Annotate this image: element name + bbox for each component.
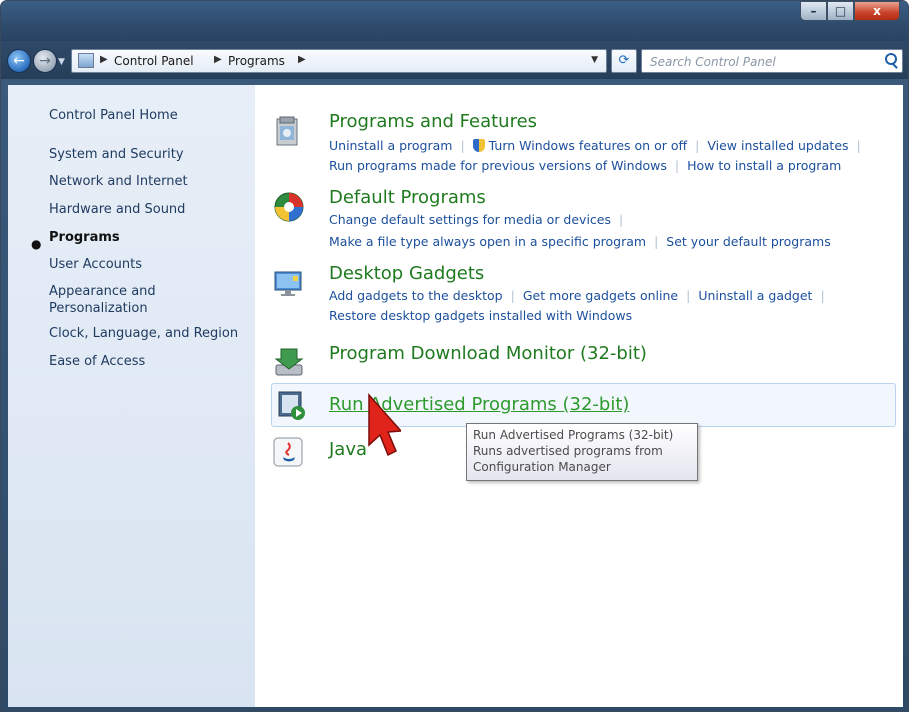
- desktop-gadgets-links-row2: Restore desktop gadgets installed with W…: [329, 307, 632, 325]
- sidebar-item-programs: Programs: [49, 230, 120, 245]
- default-programs-icon: [274, 192, 304, 222]
- tooltip: Run Advertised Programs (32-bit) Runs ad…: [466, 423, 698, 481]
- default-programs-link[interactable]: Default Programs: [329, 187, 486, 208]
- link-divider: |: [460, 138, 465, 153]
- uninstall-program-link[interactable]: Uninstall a program: [329, 138, 452, 153]
- file-type-open-link[interactable]: Make a file type always open in a specif…: [329, 234, 646, 249]
- programs-features-links-row2: Run programs made for previous versions …: [329, 157, 841, 175]
- refresh-button[interactable]: ⟳: [611, 49, 637, 73]
- uninstall-gadget-link[interactable]: Uninstall a gadget: [698, 288, 812, 303]
- breadcrumb-separator-icon[interactable]: ▶: [298, 54, 306, 65]
- uac-shield-icon: [472, 139, 485, 152]
- minimize-button[interactable]: –: [800, 1, 827, 21]
- download-monitor-link[interactable]: Program Download Monitor (32-bit): [329, 343, 647, 364]
- desktop-gadgets-link[interactable]: Desktop Gadgets: [329, 263, 484, 284]
- change-default-settings-link[interactable]: Change default settings for media or dev…: [329, 212, 611, 227]
- run-older-programs-link[interactable]: Run programs made for previous versions …: [329, 158, 667, 173]
- address-bar[interactable]: ▶ Control Panel ▶ Programs ▶ ▼: [71, 49, 607, 73]
- breadcrumb-separator-icon[interactable]: ▶: [214, 54, 222, 65]
- title-bar: – □ x: [1, 1, 908, 41]
- sidebar-item-clock-language-region[interactable]: Clock, Language, and Region: [49, 325, 249, 342]
- programs-features-icon: [276, 116, 298, 146]
- programs-features-links-row1: Uninstall a program | Turn Windows feature…: [329, 137, 869, 155]
- breadcrumb-programs[interactable]: Programs: [228, 54, 285, 68]
- run-advertised-icon: [278, 391, 305, 420]
- address-dropdown-icon[interactable]: ▼: [591, 55, 598, 65]
- search-box[interactable]: [641, 49, 903, 73]
- desktop-gadgets-icon: [274, 271, 302, 296]
- how-to-install-link[interactable]: How to install a program: [687, 158, 841, 173]
- link-divider: |: [686, 288, 691, 303]
- desktop-gadgets-links-row1: Add gadgets to the desktop | Get more gadg…: [329, 287, 833, 305]
- tooltip-title: Run Advertised Programs (32-bit): [473, 428, 674, 442]
- link-divider: |: [674, 158, 680, 173]
- sidebar-item-hardware-sound[interactable]: Hardware and Sound: [49, 201, 249, 218]
- tooltip-description-line1: Runs advertised programs from: [473, 444, 663, 458]
- recent-pages-dropdown-icon[interactable]: ▼: [58, 57, 65, 67]
- programs-features-link[interactable]: Programs and Features: [329, 111, 537, 132]
- restore-gadgets-link[interactable]: Restore desktop gadgets installed with W…: [329, 308, 632, 323]
- back-button[interactable]: ←: [7, 49, 31, 73]
- sidebar-item-system-security[interactable]: System and Security: [49, 146, 249, 163]
- active-bullet-icon: ●: [31, 237, 42, 251]
- breadcrumb-control-panel[interactable]: Control Panel: [114, 54, 194, 68]
- window-controls: – □ x: [800, 1, 900, 22]
- link-divider: |: [856, 138, 861, 153]
- search-input[interactable]: [648, 52, 892, 72]
- java-icon: [273, 437, 303, 467]
- default-programs-links-row2: Make a file type always open in a specif…: [329, 233, 831, 251]
- tooltip-description-line2: Configuration Manager: [473, 460, 611, 474]
- control-panel-window: – □ x ← → ▼ ▶ Control Panel ▶ Programs ▶…: [0, 0, 909, 712]
- set-default-programs-link[interactable]: Set your default programs: [666, 234, 830, 249]
- windows-features-link[interactable]: Turn Windows features on or off: [489, 138, 687, 153]
- sidebar-item-user-accounts[interactable]: User Accounts: [49, 256, 249, 273]
- link-divider: |: [654, 234, 659, 249]
- sidebar-item-network-internet[interactable]: Network and Internet: [49, 173, 249, 190]
- breadcrumb-separator-icon[interactable]: ▶: [100, 54, 108, 65]
- download-monitor-icon: [274, 348, 304, 376]
- link-divider: |: [619, 212, 624, 227]
- control-panel-icon: [78, 53, 94, 68]
- navigation-bar: ← → ▼ ▶ Control Panel ▶ Programs ▶ ▼ ⟳: [1, 41, 908, 79]
- default-programs-links-row1: Change default settings for media or dev…: [329, 211, 631, 229]
- link-divider: |: [820, 288, 825, 303]
- add-gadgets-link[interactable]: Add gadgets to the desktop: [329, 288, 503, 303]
- maximize-button[interactable]: □: [827, 1, 854, 21]
- view-installed-updates-link[interactable]: View installed updates: [707, 138, 848, 153]
- forward-button[interactable]: →: [33, 49, 57, 73]
- sidebar-item-ease-of-access[interactable]: Ease of Access: [49, 353, 249, 370]
- content-area: Control Panel Home System and Security N…: [8, 85, 903, 707]
- mouse-pointer-icon: [368, 393, 401, 457]
- get-more-gadgets-link[interactable]: Get more gadgets online: [523, 288, 678, 303]
- sidebar-item-control-panel-home[interactable]: Control Panel Home: [49, 107, 249, 124]
- close-button[interactable]: x: [854, 1, 900, 21]
- sidebar-item-appearance[interactable]: Appearance and Personalization: [49, 283, 219, 317]
- sidebar: Control Panel Home System and Security N…: [8, 85, 255, 707]
- link-divider: |: [510, 288, 515, 303]
- main-panel: Programs and Features Uninstall a progra…: [255, 85, 903, 707]
- search-icon[interactable]: [885, 53, 897, 65]
- link-divider: |: [695, 138, 700, 153]
- java-link[interactable]: Java: [329, 439, 367, 460]
